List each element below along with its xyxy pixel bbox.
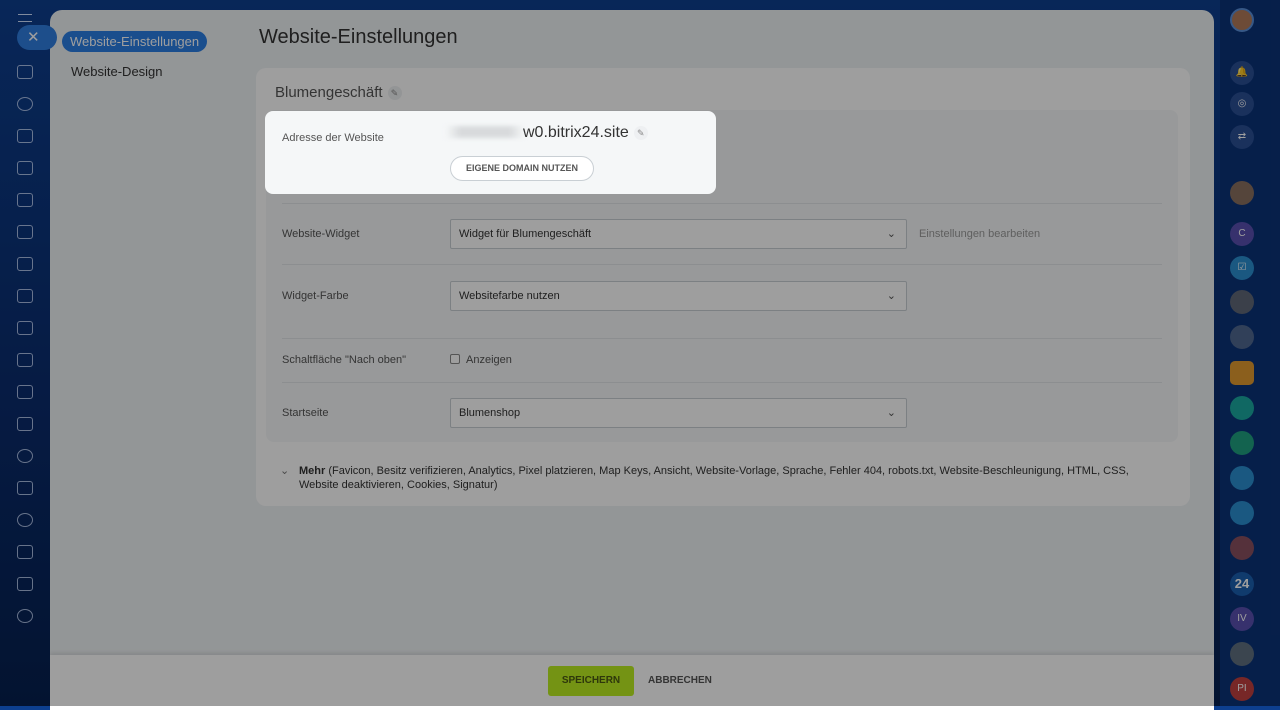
- website-address-highlight: Adresse der Website w0.bitrix24.site ✎ EI…: [265, 111, 716, 194]
- address-text: w0.bitrix24.site: [523, 124, 629, 141]
- use-own-domain-button[interactable]: EIGENE DOMAIN NUTZEN: [450, 156, 594, 181]
- address-value: w0.bitrix24.site ✎: [523, 124, 648, 142]
- address-label: Adresse der Website: [282, 132, 384, 144]
- edit-address-icon[interactable]: ✎: [633, 125, 648, 140]
- dim-overlay: [0, 0, 1280, 706]
- blurred-subdomain: [445, 126, 525, 138]
